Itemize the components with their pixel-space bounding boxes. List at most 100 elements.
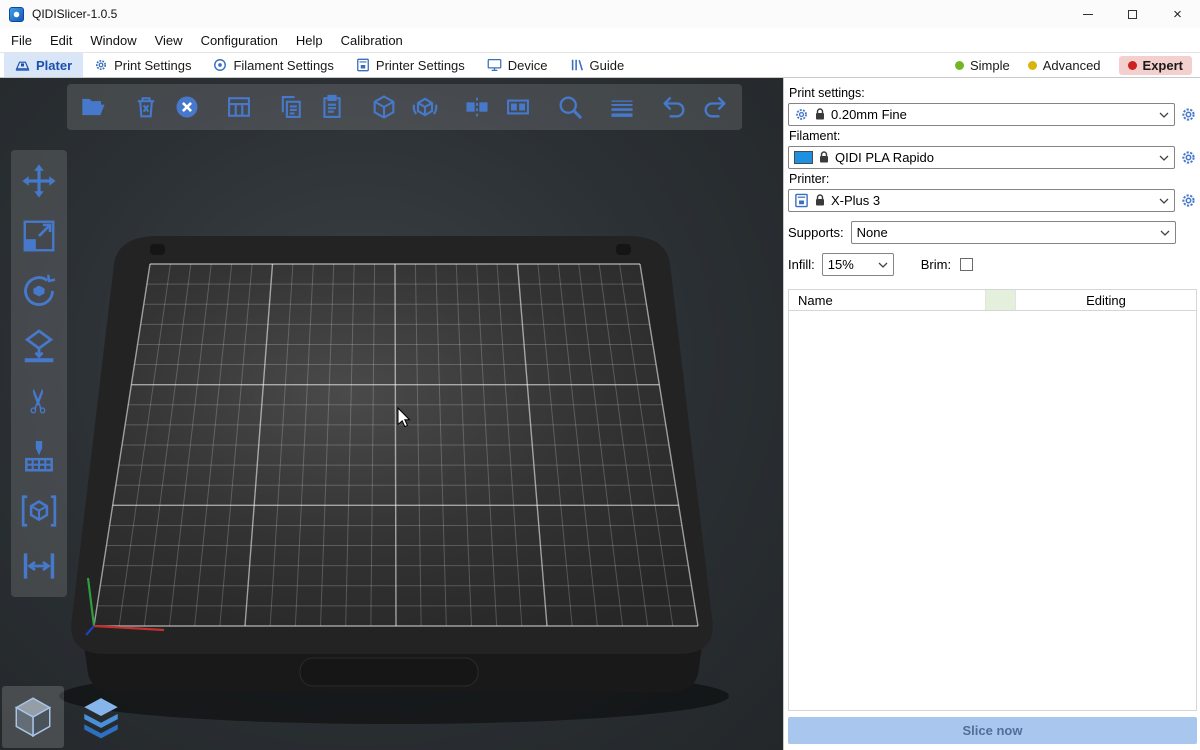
print-bed (0, 78, 783, 750)
open-folder-icon[interactable] (80, 93, 108, 121)
menu-file[interactable]: File (2, 30, 41, 51)
mode-simple-label: Simple (970, 58, 1010, 73)
filament-settings-icon (213, 58, 227, 72)
maximize-icon (1128, 10, 1137, 19)
rotate-tool-icon[interactable] (20, 272, 58, 310)
gear-icon (794, 107, 809, 122)
simple-mode-dot-icon (955, 61, 964, 70)
move-tool-icon[interactable] (20, 162, 58, 200)
view-switcher (2, 686, 132, 748)
tab-filament-settings[interactable]: Filament Settings (202, 53, 344, 77)
extruder-column-header[interactable] (986, 290, 1016, 310)
mode-advanced[interactable]: Advanced (1028, 58, 1101, 73)
menu-help[interactable]: Help (287, 30, 332, 51)
menu-view[interactable]: View (146, 30, 192, 51)
tab-print-settings-label: Print Settings (114, 58, 191, 73)
split-to-objects-icon[interactable] (463, 93, 491, 121)
app-logo-icon (9, 7, 24, 22)
tab-guide[interactable]: Guide (559, 53, 636, 77)
chevron-down-icon (1159, 112, 1169, 118)
guide-icon (570, 58, 584, 72)
lock-icon (815, 108, 825, 121)
redo-icon[interactable] (701, 93, 729, 121)
chevron-down-icon (1159, 198, 1169, 204)
infill-value: 15% (828, 257, 854, 272)
editor-view-button[interactable] (2, 686, 64, 748)
place-on-face-tool-icon[interactable] (20, 327, 58, 365)
scale-tool-icon[interactable] (20, 217, 58, 255)
arrange-icon[interactable] (225, 93, 253, 121)
filament-gear-button[interactable] (1180, 149, 1197, 166)
menu-edit[interactable]: Edit (41, 30, 81, 51)
minimize-icon (1083, 14, 1093, 15)
chevron-down-icon (1160, 230, 1170, 236)
editing-column-header[interactable]: Editing (1016, 290, 1196, 310)
print-settings-gear-button[interactable] (1180, 106, 1197, 123)
lock-icon (819, 151, 829, 164)
tab-plater-label: Plater (36, 58, 72, 73)
mode-expert[interactable]: Expert (1119, 56, 1192, 75)
delete-icon[interactable] (132, 93, 160, 121)
maximize-button[interactable] (1110, 0, 1155, 28)
preview-view-button[interactable] (70, 686, 132, 748)
titlebar: QIDISlicer-1.0.5 × (0, 0, 1200, 28)
viewport-toolbar (67, 84, 742, 130)
name-column-header[interactable]: Name (789, 290, 986, 310)
delete-all-icon[interactable] (173, 93, 201, 121)
slice-now-button[interactable]: Slice now (788, 717, 1197, 744)
supports-combo[interactable]: None (851, 221, 1176, 244)
filament-combo[interactable]: QIDI PLA Rapido (788, 146, 1175, 169)
split-to-parts-icon[interactable] (504, 93, 532, 121)
advanced-mode-dot-icon (1028, 61, 1037, 70)
editor-cube-icon (10, 694, 56, 740)
plater-icon (15, 59, 30, 72)
add-instance-icon[interactable] (370, 93, 398, 121)
viewport-3d[interactable]: ✂ (0, 78, 783, 750)
variable-layer-height-icon[interactable] (608, 93, 636, 121)
app-window: QIDISlicer-1.0.5 × File Edit Window View… (0, 0, 1200, 750)
distance-tool-icon[interactable] (20, 547, 58, 585)
paint-supports-tool-icon[interactable] (20, 437, 58, 475)
print-settings-value: 0.20mm Fine (831, 107, 907, 122)
set-instances-icon[interactable] (411, 93, 439, 121)
object-list[interactable] (788, 311, 1197, 711)
mode-simple[interactable]: Simple (955, 58, 1010, 73)
tabbar: Plater Print Settings Filament Settings … (0, 52, 1200, 78)
menu-window[interactable]: Window (81, 30, 145, 51)
print-settings-label: Print settings: (789, 86, 1197, 100)
copy-icon[interactable] (277, 93, 305, 121)
measure-tool-icon[interactable] (20, 492, 58, 530)
menu-calibration[interactable]: Calibration (332, 30, 412, 51)
printer-gear-button[interactable] (1180, 192, 1197, 209)
cut-tool-icon[interactable]: ✂ (20, 382, 58, 420)
tab-printer-settings[interactable]: Printer Settings (345, 53, 476, 77)
infill-label: Infill: (788, 257, 815, 272)
lock-icon (815, 194, 825, 207)
window-title: QIDISlicer-1.0.5 (32, 7, 117, 21)
infill-combo[interactable]: 15% (822, 253, 894, 276)
close-button[interactable]: × (1155, 0, 1200, 28)
print-settings-combo[interactable]: 0.20mm Fine (788, 103, 1175, 126)
mode-advanced-label: Advanced (1043, 58, 1101, 73)
printer-combo[interactable]: X-Plus 3 (788, 189, 1175, 212)
printer-label: Printer: (789, 172, 1197, 186)
chevron-down-icon (1159, 155, 1169, 161)
menu-configuration[interactable]: Configuration (192, 30, 287, 51)
tab-device[interactable]: Device (476, 53, 559, 77)
window-controls: × (1065, 0, 1200, 28)
filament-color-swatch (794, 151, 813, 164)
tab-plater[interactable]: Plater (4, 53, 83, 77)
brim-checkbox[interactable] (960, 258, 973, 271)
preview-layers-icon (76, 694, 126, 740)
mode-selector: Simple Advanced Expert (955, 53, 1200, 77)
search-icon[interactable] (556, 93, 584, 121)
filament-value: QIDI PLA Rapido (835, 150, 934, 165)
printer-value: X-Plus 3 (831, 193, 880, 208)
filament-label: Filament: (789, 129, 1197, 143)
menubar: File Edit Window View Configuration Help… (0, 28, 1200, 52)
undo-icon[interactable] (660, 93, 688, 121)
tab-print-settings[interactable]: Print Settings (83, 53, 202, 77)
paste-icon[interactable] (318, 93, 346, 121)
printer-settings-icon (356, 58, 370, 72)
minimize-button[interactable] (1065, 0, 1110, 28)
